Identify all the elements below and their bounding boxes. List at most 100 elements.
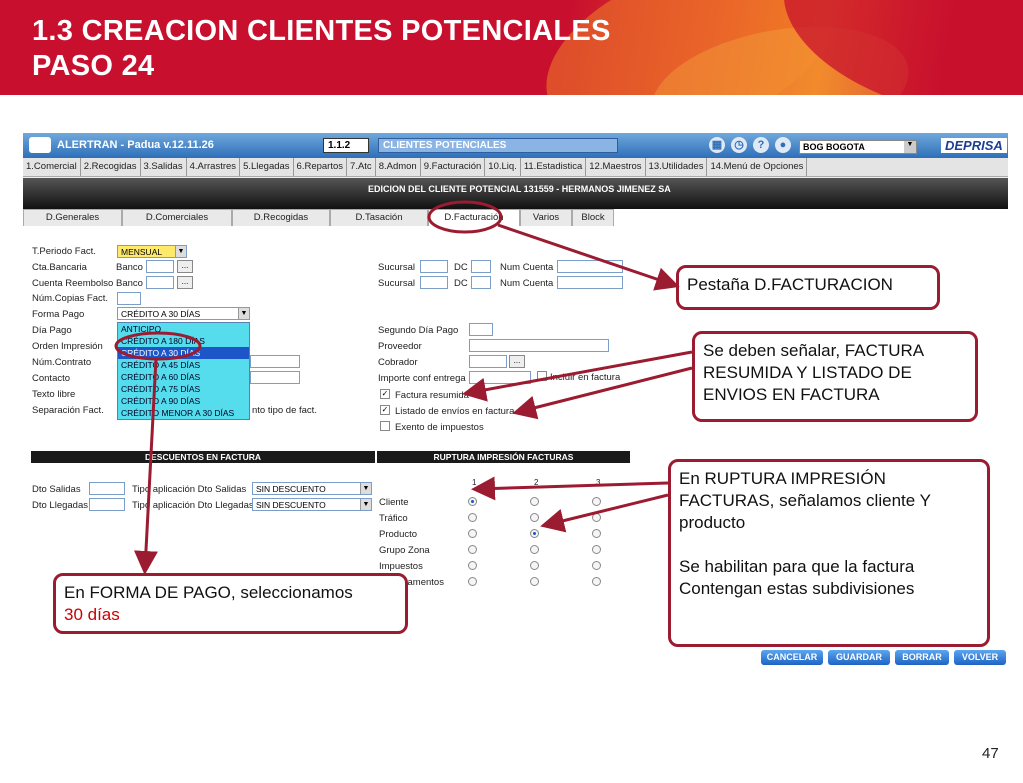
dto-llegadas-input[interactable] bbox=[89, 498, 125, 511]
ruptura-radio[interactable] bbox=[592, 513, 601, 522]
segundo-dia-input[interactable] bbox=[469, 323, 493, 336]
option-anticipo[interactable]: ANTICIPO bbox=[118, 323, 249, 335]
option-credito-180[interactable]: CRÉDITO A 180 DÍAS bbox=[118, 335, 249, 347]
ruptura-radio[interactable] bbox=[530, 577, 539, 586]
clock-icon[interactable]: ◷ bbox=[731, 137, 747, 153]
proveedor-input[interactable] bbox=[469, 339, 609, 352]
option-credito-45[interactable]: CRÉDITO A 45 DÍAS bbox=[118, 359, 249, 371]
importe-input[interactable] bbox=[469, 371, 531, 384]
callout-forma-pago: En FORMA DE PAGO, seleccionamos 30 días bbox=[53, 573, 408, 634]
option-credito-60[interactable]: CRÉDITO A 60 DÍAS bbox=[118, 371, 249, 383]
dto-llegadas-label: Dto Llegadas bbox=[32, 500, 88, 511]
contacto-input[interactable] bbox=[250, 371, 300, 384]
copias-input[interactable] bbox=[117, 292, 141, 305]
user-icon[interactable]: ● bbox=[775, 137, 791, 153]
tipo-llegadas-select[interactable]: SIN DESCUENTO ▼ bbox=[252, 498, 372, 511]
ruptura-radio[interactable] bbox=[468, 529, 477, 538]
tab-comerciales[interactable]: D.Comerciales bbox=[122, 209, 232, 226]
tab-generales[interactable]: D.Generales bbox=[23, 209, 122, 226]
sucursal-input[interactable] bbox=[420, 260, 448, 273]
menu-item-utilidades[interactable]: 13.Utilidades bbox=[646, 158, 708, 176]
city-select[interactable]: BOG BOGOTA ▼ bbox=[799, 140, 917, 154]
menu-item-arrastres[interactable]: 4.Arrastres bbox=[187, 158, 241, 176]
menu-item-liq[interactable]: 10.Liq. bbox=[485, 158, 521, 176]
menu-item-maestros[interactable]: 12.Maestros bbox=[586, 158, 646, 176]
dc-input[interactable] bbox=[471, 260, 491, 273]
chevron-down-icon: ▼ bbox=[360, 483, 371, 494]
forma-pago-select[interactable]: CRÉDITO A 30 DÍAS ▼ bbox=[117, 307, 250, 320]
volver-button[interactable]: VOLVER bbox=[954, 650, 1006, 665]
banco-lookup-button[interactable]: ... bbox=[177, 260, 193, 273]
option-credito-menor-30[interactable]: CRÉDITO MENOR A 30 DÍAS bbox=[118, 407, 249, 419]
ruptura-radio[interactable] bbox=[530, 513, 539, 522]
cobrador-input[interactable] bbox=[469, 355, 507, 368]
menu-item-llegadas[interactable]: 5.Llegadas bbox=[240, 158, 294, 176]
option-credito-90[interactable]: CRÉDITO A 90 DÍAS bbox=[118, 395, 249, 407]
borrar-button[interactable]: BORRAR bbox=[895, 650, 949, 665]
menu-item-opciones[interactable]: 14.Menú de Opciones bbox=[707, 158, 808, 176]
guardar-button[interactable]: GUARDAR bbox=[828, 650, 890, 665]
tab-facturacion[interactable]: D.Facturación bbox=[428, 209, 520, 226]
ruptura-radio[interactable] bbox=[592, 561, 601, 570]
factura-resumida-checkbox[interactable]: ✓ bbox=[380, 389, 390, 399]
callout-factura-resumida: Se deben señalar, FACTURA RESUMIDA Y LIS… bbox=[692, 331, 978, 422]
menu-item-estadistica[interactable]: 11.Estadistica bbox=[521, 158, 587, 176]
ruptura-radio[interactable] bbox=[530, 561, 539, 570]
periodo-select[interactable]: MENSUAL ▼ bbox=[117, 245, 187, 258]
ruptura-radio[interactable] bbox=[592, 545, 601, 554]
copias-label: Núm.Copias Fact. bbox=[32, 293, 109, 304]
ruptura-radio[interactable] bbox=[468, 561, 477, 570]
ruptura-radio[interactable] bbox=[530, 545, 539, 554]
texto-libre-label: Texto libre bbox=[32, 389, 76, 400]
ruptura-radio[interactable] bbox=[530, 529, 539, 538]
num-cuenta2-input[interactable] bbox=[557, 276, 623, 289]
ruptura-radio[interactable] bbox=[468, 577, 477, 586]
menu-item-comercial[interactable]: 1.Comercial bbox=[23, 158, 81, 176]
ruptura-radio[interactable] bbox=[592, 529, 601, 538]
tab-tasacion[interactable]: D.Tasación bbox=[330, 209, 428, 226]
ruptura-row-impuestos: Impuestos bbox=[379, 561, 423, 572]
option-credito-30[interactable]: CRÉDITO A 30 DÍAS bbox=[118, 347, 249, 359]
listado-envios-checkbox[interactable]: ✓ bbox=[380, 405, 390, 415]
ruptura-radio[interactable] bbox=[530, 497, 539, 506]
ruptura-radio[interactable] bbox=[468, 497, 477, 506]
menu-item-admon[interactable]: 8.Admon bbox=[376, 158, 421, 176]
tab-recogidas[interactable]: D.Recogidas bbox=[232, 209, 330, 226]
callout-pestana: Pestaña D.FACTURACION bbox=[676, 265, 940, 310]
ruptura-radio[interactable] bbox=[592, 497, 601, 506]
cobrador-lookup-button[interactable]: ... bbox=[509, 355, 525, 368]
dto-salidas-label: Dto Salidas bbox=[32, 484, 81, 495]
ruptura-radio[interactable] bbox=[592, 577, 601, 586]
dc-label: DC bbox=[454, 262, 468, 273]
banco-input[interactable] bbox=[146, 260, 174, 273]
sucursal2-input[interactable] bbox=[420, 276, 448, 289]
exento-checkbox[interactable] bbox=[380, 421, 390, 431]
module-code-field[interactable]: 1.1.2 bbox=[323, 138, 369, 153]
banco-reembolso-input[interactable] bbox=[146, 276, 174, 289]
num-cuenta-input[interactable] bbox=[557, 260, 623, 273]
page-number: 47 bbox=[982, 745, 999, 762]
menu-item-facturacion[interactable]: 9.Facturación bbox=[421, 158, 486, 176]
menu-item-repartos[interactable]: 6.Repartos bbox=[294, 158, 348, 176]
forma-pago-dropdown[interactable]: ANTICIPO CRÉDITO A 180 DÍAS CRÉDITO A 30… bbox=[117, 322, 250, 420]
tab-varios[interactable]: Varios bbox=[520, 209, 572, 226]
tipo-salidas-select[interactable]: SIN DESCUENTO ▼ bbox=[252, 482, 372, 495]
tab-block[interactable]: Block bbox=[572, 209, 614, 226]
menu-item-salidas[interactable]: 3.Salidas bbox=[141, 158, 187, 176]
dc2-input[interactable] bbox=[471, 276, 491, 289]
menu-item-atc[interactable]: 7.Atc bbox=[347, 158, 376, 176]
menu-item-recogidas[interactable]: 2.Recogidas bbox=[81, 158, 141, 176]
help-icon[interactable]: ? bbox=[753, 137, 769, 153]
ruptura-radio[interactable] bbox=[468, 513, 477, 522]
dto-salidas-input[interactable] bbox=[89, 482, 125, 495]
banco-reembolso-lookup-button[interactable]: ... bbox=[177, 276, 193, 289]
grid-icon[interactable]: ▦ bbox=[709, 137, 725, 153]
cta-bancaria-label: Cta.Bancaria bbox=[32, 262, 87, 273]
incluir-checkbox[interactable] bbox=[537, 371, 547, 381]
num-contrato-input[interactable] bbox=[250, 355, 300, 368]
option-credito-75[interactable]: CRÉDITO A 75 DÍAS bbox=[118, 383, 249, 395]
importe-label: Importe conf entrega bbox=[378, 373, 466, 384]
ruptura-radio[interactable] bbox=[468, 545, 477, 554]
tab-bar: D.Generales D.Comerciales D.Recogidas D.… bbox=[23, 209, 1008, 226]
cancelar-button[interactable]: CANCELAR bbox=[761, 650, 823, 665]
